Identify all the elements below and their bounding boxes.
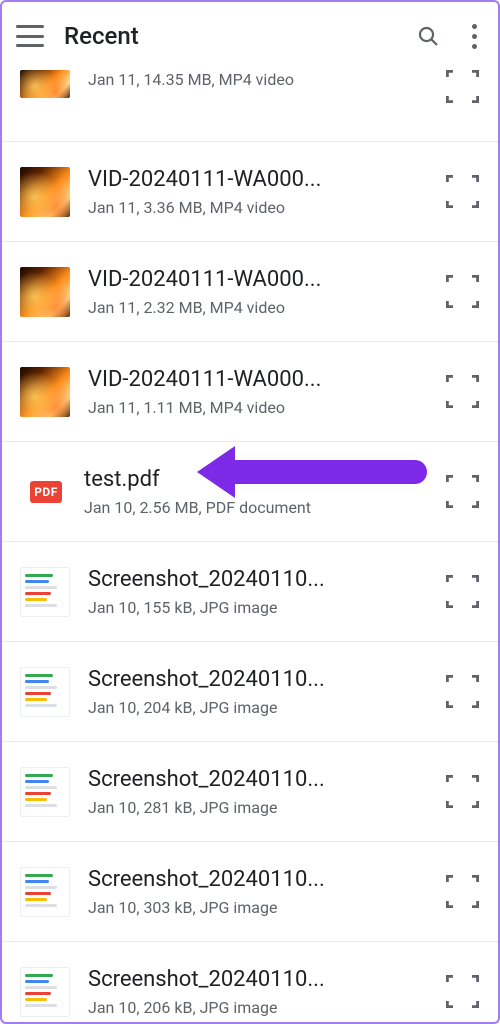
menu-icon[interactable]: [16, 25, 44, 47]
file-row[interactable]: Screenshot_20240110... Jan 10, 281 kB, JP…: [2, 742, 498, 842]
expand-icon[interactable]: [446, 975, 480, 1009]
file-meta: VID-20240111-WA000... Jan 11, 2.32 MB, MP…: [88, 267, 428, 317]
search-icon[interactable]: [412, 20, 444, 52]
expand-icon[interactable]: [446, 175, 480, 209]
file-row[interactable]: Jan 11, 14.35 MB, MP4 video: [2, 70, 498, 142]
expand-icon[interactable]: [446, 475, 480, 509]
file-row[interactable]: Screenshot_20240110... Jan 10, 206 kB, JP…: [2, 942, 498, 1022]
expand-icon[interactable]: [446, 275, 480, 309]
file-subtext: Jan 10, 204 kB, JPG image: [88, 698, 428, 717]
file-row[interactable]: PDF test.pdf Jan 10, 2.56 MB, PDF document: [2, 442, 498, 542]
expand-icon[interactable]: [446, 375, 480, 409]
file-meta: Screenshot_20240110... Jan 10, 204 kB, JP…: [88, 667, 428, 717]
file-name: Screenshot_20240110...: [88, 867, 378, 892]
expand-icon[interactable]: [446, 675, 480, 709]
file-name: test.pdf: [84, 467, 374, 492]
file-subtext: Jan 10, 303 kB, JPG image: [88, 898, 428, 917]
file-name: Screenshot_20240110...: [88, 767, 378, 792]
file-subtext: Jan 11, 3.36 MB, MP4 video: [88, 198, 428, 217]
file-meta: VID-20240111-WA000... Jan 11, 1.11 MB, MP…: [88, 367, 428, 417]
video-thumbnail: [20, 367, 70, 417]
file-meta: test.pdf Jan 10, 2.56 MB, PDF document: [84, 467, 428, 517]
file-name: VID-20240111-WA000...: [88, 367, 378, 392]
file-row[interactable]: VID-20240111-WA000... Jan 11, 3.36 MB, MP…: [2, 142, 498, 242]
screenshot-thumbnail: [20, 567, 70, 617]
more-icon[interactable]: [464, 20, 484, 52]
app-frame: Recent Jan 11, 14.35 MB, MP4 video VID-20…: [0, 0, 500, 1024]
file-meta: VID-20240111-WA000... Jan 11, 3.36 MB, MP…: [88, 167, 428, 217]
file-list: Jan 11, 14.35 MB, MP4 video VID-20240111-…: [2, 70, 498, 1022]
file-subtext: Jan 10, 155 kB, JPG image: [88, 598, 428, 617]
file-name: Screenshot_20240110...: [88, 567, 378, 592]
pdf-icon: PDF: [26, 472, 66, 512]
screenshot-thumbnail: [20, 667, 70, 717]
file-meta: Screenshot_20240110... Jan 10, 281 kB, JP…: [88, 767, 428, 817]
file-subtext: Jan 11, 1.11 MB, MP4 video: [88, 398, 428, 417]
video-thumbnail: [20, 167, 70, 217]
file-name: Screenshot_20240110...: [88, 967, 378, 992]
file-meta: Screenshot_20240110... Jan 10, 155 kB, JP…: [88, 567, 428, 617]
file-meta: Screenshot_20240110... Jan 10, 303 kB, JP…: [88, 867, 428, 917]
file-row[interactable]: VID-20240111-WA000... Jan 11, 1.11 MB, MP…: [2, 342, 498, 442]
expand-icon[interactable]: [446, 575, 480, 609]
screenshot-thumbnail: [20, 767, 70, 817]
file-row[interactable]: Screenshot_20240110... Jan 10, 155 kB, JP…: [2, 542, 498, 642]
file-row[interactable]: Screenshot_20240110... Jan 10, 303 kB, JP…: [2, 842, 498, 942]
expand-icon[interactable]: [446, 775, 480, 809]
screenshot-thumbnail: [20, 967, 70, 1017]
file-meta: Screenshot_20240110... Jan 10, 206 kB, JP…: [88, 967, 428, 1017]
pdf-badge: PDF: [30, 481, 62, 503]
video-thumbnail: [20, 267, 70, 317]
file-name: VID-20240111-WA000...: [88, 167, 378, 192]
file-name: Screenshot_20240110...: [88, 667, 378, 692]
screenshot-thumbnail: [20, 867, 70, 917]
expand-icon[interactable]: [446, 70, 480, 104]
file-subtext: Jan 10, 206 kB, JPG image: [88, 998, 428, 1017]
file-subtext: Jan 10, 281 kB, JPG image: [88, 798, 428, 817]
top-bar: Recent: [2, 2, 498, 70]
file-subtext: Jan 11, 2.32 MB, MP4 video: [88, 298, 428, 317]
file-row[interactable]: VID-20240111-WA000... Jan 11, 2.32 MB, MP…: [2, 242, 498, 342]
page-title: Recent: [64, 22, 392, 50]
file-subtext: Jan 11, 14.35 MB, MP4 video: [88, 70, 428, 89]
file-subtext: Jan 10, 2.56 MB, PDF document: [84, 498, 428, 517]
file-name: VID-20240111-WA000...: [88, 267, 378, 292]
expand-icon[interactable]: [446, 875, 480, 909]
file-meta: Jan 11, 14.35 MB, MP4 video: [88, 70, 428, 89]
file-row[interactable]: Screenshot_20240110... Jan 10, 204 kB, JP…: [2, 642, 498, 742]
video-thumbnail: [20, 70, 70, 98]
